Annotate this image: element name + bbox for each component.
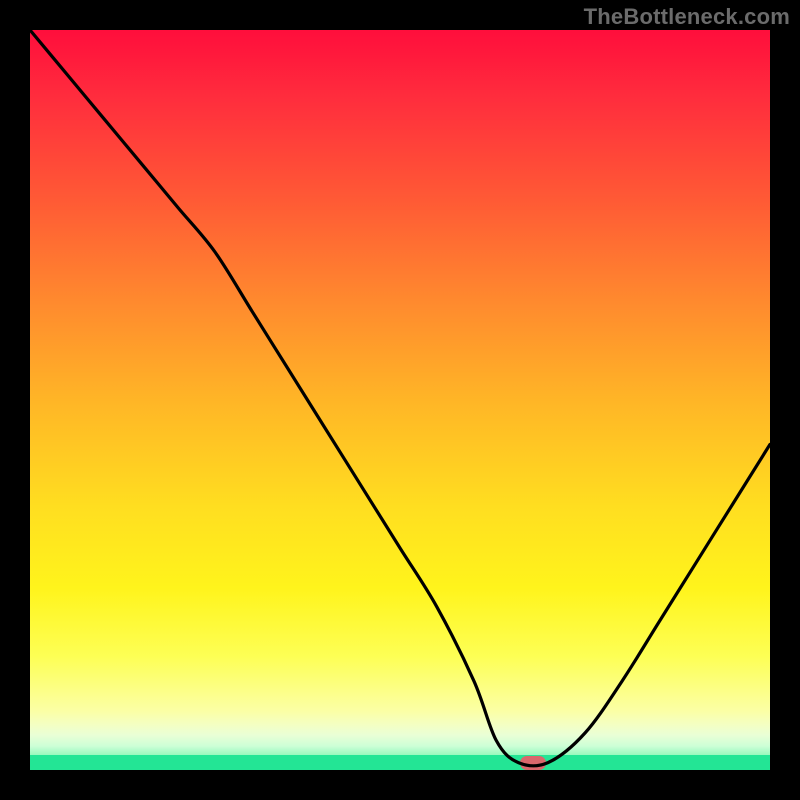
plot-area — [30, 30, 770, 770]
curve-svg — [30, 30, 770, 770]
bottleneck-curve — [30, 30, 770, 766]
chart-frame: TheBottleneck.com — [0, 0, 800, 800]
watermark-text: TheBottleneck.com — [584, 4, 790, 30]
